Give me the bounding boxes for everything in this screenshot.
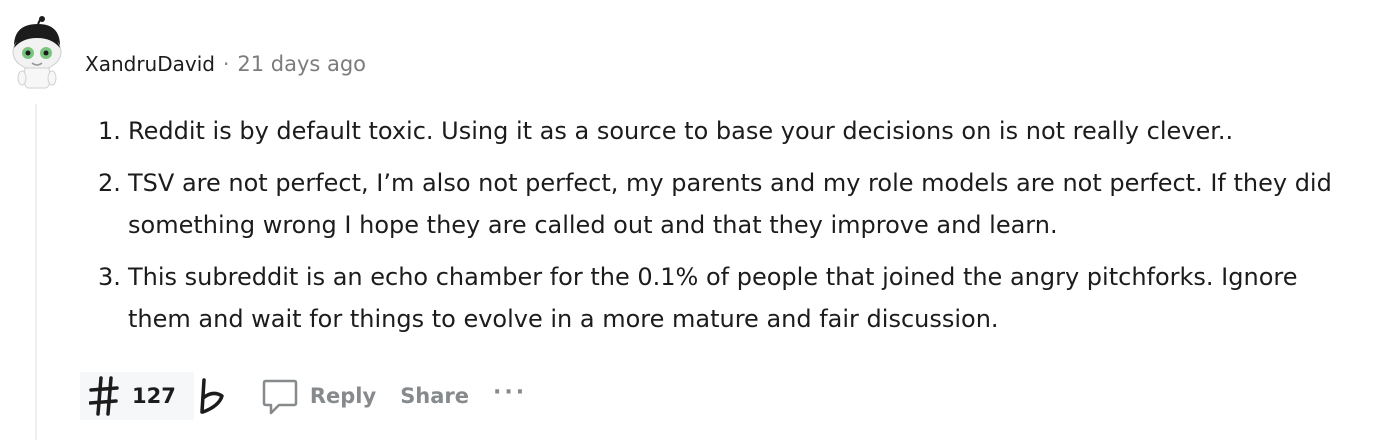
snoo-avatar-icon[interactable] — [8, 16, 66, 92]
comment-body: 1. Reddit is by default toxic. Using it … — [98, 110, 1348, 350]
list-item: 3. This subreddit is an echo chamber for… — [98, 256, 1348, 340]
hash-upvote-icon[interactable] — [86, 374, 122, 418]
list-item-number: 1. — [98, 117, 121, 145]
comment-actions: 127 Reply Share ··· — [80, 372, 527, 420]
list-item-text: This subreddit is an echo chamber for th… — [128, 263, 1298, 333]
comment-header: XandruDavid · 21 days ago — [85, 50, 366, 78]
thread-line[interactable] — [35, 104, 37, 440]
vote-controls: 127 — [80, 372, 194, 420]
list-item-text: TSV are not perfect, I’m also not perfec… — [128, 169, 1332, 239]
list-item-number: 2. — [98, 169, 121, 197]
author-name[interactable]: XandruDavid — [85, 52, 215, 76]
reply-label: Reply — [309, 384, 377, 408]
numbered-list: 1. Reddit is by default toxic. Using it … — [98, 110, 1348, 340]
more-options-button[interactable]: ··· — [493, 370, 527, 414]
comment: XandruDavid · 21 days ago 1. Reddit is b… — [0, 0, 1384, 446]
speech-bubble-icon — [260, 374, 300, 418]
share-label: Share — [400, 384, 470, 408]
more-dots-icon: ··· — [493, 379, 528, 405]
share-button[interactable]: Share — [400, 374, 469, 418]
list-item: 1. Reddit is by default toxic. Using it … — [98, 110, 1348, 152]
vote-score: 127 — [132, 384, 176, 408]
list-item: 2. TSV are not perfect, I’m also not per… — [98, 162, 1348, 246]
list-item-number: 3. — [98, 263, 121, 291]
list-item-text: Reddit is by default toxic. Using it as … — [128, 117, 1234, 145]
comment-timestamp[interactable]: 21 days ago — [237, 52, 366, 76]
meta-separator: · — [222, 52, 230, 76]
flat-downvote-icon[interactable] — [194, 374, 230, 418]
reply-button[interactable]: Reply — [260, 374, 376, 418]
